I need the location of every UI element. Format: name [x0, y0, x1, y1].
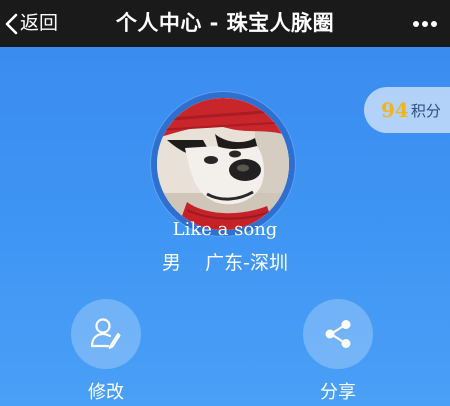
- gender-label: 男: [162, 252, 182, 274]
- page-title: 个人中心 - 珠宝人脉圈: [115, 11, 335, 35]
- profile-panel: 94 积分 Like a song 男 广东-深圳 修改 分享: [0, 47, 450, 406]
- avatar[interactable]: [157, 98, 289, 230]
- profile-photo: [157, 98, 289, 230]
- share-label: 分享: [320, 382, 356, 403]
- points-label: 积分: [410, 101, 441, 120]
- points-value: 94: [381, 98, 409, 122]
- share-button[interactable]: 分享: [296, 299, 380, 404]
- share-icon: [303, 299, 373, 369]
- top-bar: 返回 个人中心 - 珠宝人脉圈: [0, 0, 450, 47]
- more-dots-icon[interactable]: [412, 16, 438, 30]
- edit-label: 修改: [88, 382, 124, 403]
- avatar-ring: [151, 92, 295, 236]
- points-badge[interactable]: 94 积分: [364, 87, 450, 133]
- edit-user-icon: [71, 299, 141, 369]
- username: Like a song: [172, 219, 278, 240]
- location-label: 广东-深圳: [205, 252, 288, 274]
- edit-profile-button[interactable]: 修改: [64, 299, 148, 404]
- profile-meta: 男 广东-深圳: [0, 248, 450, 275]
